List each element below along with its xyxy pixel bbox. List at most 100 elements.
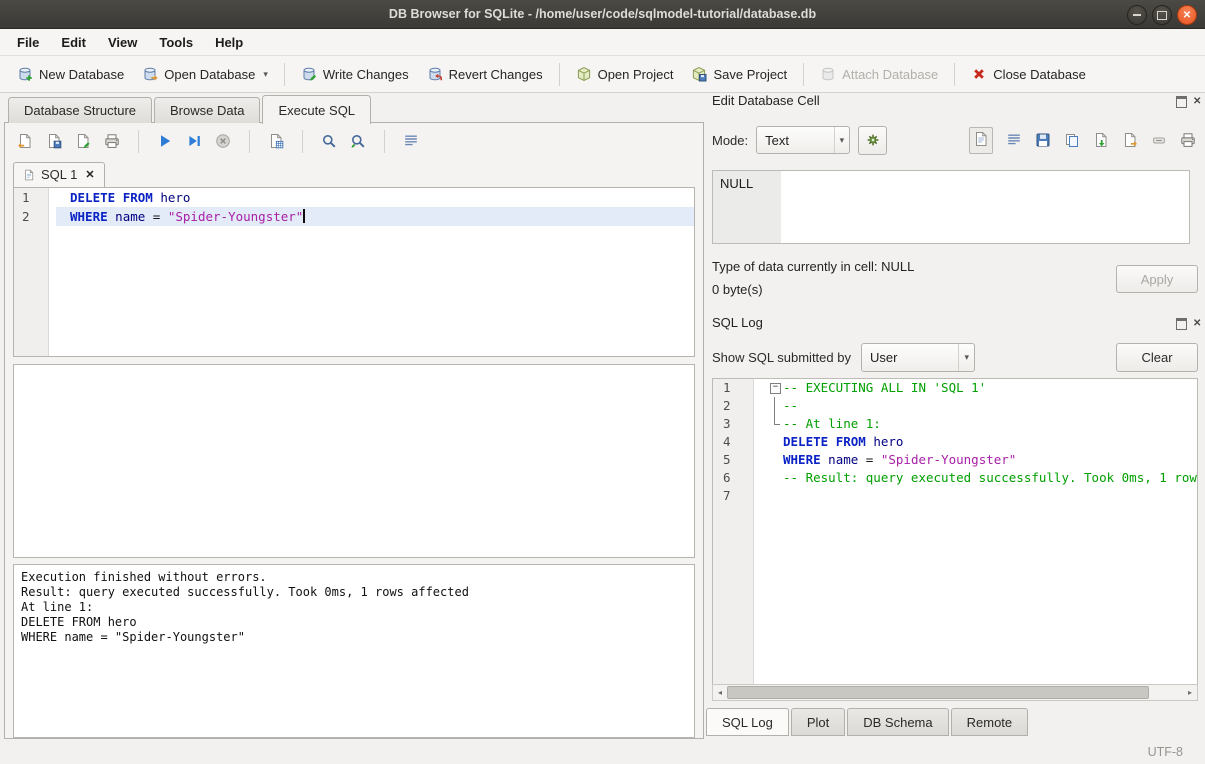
filter-label: Show SQL submitted by: [712, 350, 851, 365]
float-panel-icon[interactable]: [1176, 318, 1187, 330]
code-text: DELETE FROM hero: [56, 188, 694, 207]
tab-execute-sql[interactable]: Execute SQL: [262, 95, 371, 124]
close-window-button[interactable]: ✕: [1177, 5, 1197, 25]
encoding-indicator[interactable]: UTF-8: [1148, 745, 1183, 759]
code-line[interactable]: 3-- At line 1:: [713, 415, 1197, 433]
code-line[interactable]: 6-- Result: query executed successfully.…: [713, 469, 1197, 487]
copy-cell-icon[interactable]: [1064, 132, 1080, 148]
code-line[interactable]: 1DELETE FROM hero: [14, 188, 694, 207]
find-button[interactable]: [319, 131, 339, 151]
tab-label: Database Structure: [24, 103, 136, 118]
format-sql-icon: [403, 133, 419, 149]
replace-button[interactable]: [348, 131, 368, 151]
code-line[interactable]: 1−-- EXECUTING ALL IN 'SQL 1': [713, 379, 1197, 397]
new-database-icon: [17, 66, 33, 82]
tab-browse-data[interactable]: Browse Data: [154, 97, 260, 123]
sql-editor[interactable]: 1DELETE FROM hero2WHERE name = "Spider-Y…: [13, 187, 695, 357]
save-sql-as-button[interactable]: [73, 131, 93, 151]
close-database-icon: [971, 66, 987, 82]
chevron-down-icon: ▾: [958, 344, 974, 371]
tab-label: SQL Log: [722, 715, 773, 730]
fold-guide: [769, 487, 783, 505]
sql-tab-bar: SQL 1 ✕: [5, 159, 703, 187]
clear-log-button[interactable]: Clear: [1116, 343, 1198, 372]
find-icon: [321, 133, 337, 149]
close-panel-icon[interactable]: ✕: [1193, 97, 1201, 107]
tab-database-structure[interactable]: Database Structure: [8, 97, 152, 123]
open-project-button[interactable]: Open Project: [567, 61, 683, 87]
line-number: 3: [713, 415, 763, 433]
execution-output[interactable]: Execution finished without errors.Result…: [13, 564, 695, 738]
output-line: WHERE name = "Spider-Youngster": [21, 630, 687, 645]
open-database-button[interactable]: Open Database ▾: [133, 61, 277, 87]
fold-guide: [769, 415, 783, 433]
open-database-dropdown-icon[interactable]: ▾: [263, 69, 268, 82]
cell-icon-row: [969, 127, 1196, 154]
word-wrap-icon[interactable]: [1006, 132, 1022, 148]
code-line[interactable]: 5WHERE name = "Spider-Youngster": [713, 451, 1197, 469]
code-line[interactable]: 2--: [713, 397, 1197, 415]
menu-edit[interactable]: Edit: [50, 31, 97, 54]
save-sql-file-button[interactable]: [44, 131, 64, 151]
cell-value: NULL: [720, 176, 753, 191]
execute-current-line-button[interactable]: [184, 131, 204, 151]
toolbar-separator: [954, 63, 955, 86]
menu-file[interactable]: File: [6, 31, 50, 54]
toolbar-separator: [284, 63, 285, 86]
tab-sql-log[interactable]: SQL Log: [706, 708, 789, 736]
write-changes-button[interactable]: Write Changes: [292, 61, 418, 87]
tab-db-schema[interactable]: DB Schema: [847, 708, 948, 736]
app-window: DB Browser for SQLite - /home/user/code/…: [0, 0, 1205, 764]
save-project-button[interactable]: Save Project: [682, 61, 796, 87]
code-text: [763, 487, 1197, 505]
scroll-left-icon[interactable]: ◂: [713, 688, 727, 697]
menu-tools[interactable]: Tools: [148, 31, 204, 54]
sql1-tab[interactable]: SQL 1 ✕: [13, 162, 105, 187]
menu-help[interactable]: Help: [204, 31, 254, 54]
minimize-button[interactable]: [1127, 5, 1147, 25]
code-line[interactable]: 7: [713, 487, 1197, 505]
edit-cell-dock-controls: ✕: [1176, 96, 1201, 108]
tab-plot[interactable]: Plot: [791, 708, 845, 736]
open-sql-file-button[interactable]: [15, 131, 35, 151]
scrollbar-thumb[interactable]: [727, 686, 1149, 699]
results-grid[interactable]: [13, 364, 695, 558]
tab-label: Remote: [967, 715, 1013, 730]
log-horizontal-scrollbar[interactable]: ◂ ▸: [712, 684, 1198, 701]
revert-changes-button[interactable]: Revert Changes: [418, 61, 552, 87]
save-cell-icon[interactable]: [1035, 132, 1051, 148]
cell-editor[interactable]: NULL: [712, 170, 1190, 244]
code-line[interactable]: 2WHERE name = "Spider-Youngster": [14, 207, 694, 226]
format-sql-button[interactable]: [401, 131, 421, 151]
print-cell-icon[interactable]: [1180, 132, 1196, 148]
scroll-right-icon[interactable]: ▸: [1183, 688, 1197, 697]
code-line[interactable]: 4DELETE FROM hero: [713, 433, 1197, 451]
close-tab-icon[interactable]: ✕: [85, 168, 94, 181]
submitted-by-select[interactable]: User ▾: [861, 343, 975, 372]
bottom-tab-bar: SQL Log Plot DB Schema Remote: [706, 708, 1030, 736]
fold-toggle-icon[interactable]: −: [769, 379, 783, 397]
menu-view[interactable]: View: [97, 31, 148, 54]
title-bar[interactable]: DB Browser for SQLite - /home/user/code/…: [0, 0, 1205, 29]
close-panel-icon[interactable]: ✕: [1193, 319, 1201, 329]
close-database-button[interactable]: Close Database: [962, 61, 1095, 87]
cell-size-info: 0 byte(s): [712, 282, 763, 297]
execute-all-button[interactable]: [155, 131, 175, 151]
mode-select[interactable]: Text ▾: [756, 126, 850, 154]
output-line: At line 1:: [21, 600, 687, 615]
line-number: 7: [713, 487, 763, 505]
print-sql-button[interactable]: [102, 131, 122, 151]
float-panel-icon[interactable]: [1176, 96, 1187, 108]
text-mode-button[interactable]: [969, 127, 993, 154]
new-database-button[interactable]: New Database: [8, 61, 133, 87]
stop-icon: [215, 133, 231, 149]
tab-remote[interactable]: Remote: [951, 708, 1029, 736]
set-null-icon[interactable]: [1151, 132, 1167, 148]
sql-log-view[interactable]: 1−-- EXECUTING ALL IN 'SQL 1'2--3-- At l…: [712, 378, 1198, 686]
import-cell-icon[interactable]: [1093, 132, 1109, 148]
save-results-button[interactable]: [266, 131, 286, 151]
export-cell-icon[interactable]: [1122, 132, 1138, 148]
auto-switch-mode-button[interactable]: [858, 126, 887, 155]
tab-label: Plot: [807, 715, 829, 730]
maximize-button[interactable]: [1152, 5, 1172, 25]
